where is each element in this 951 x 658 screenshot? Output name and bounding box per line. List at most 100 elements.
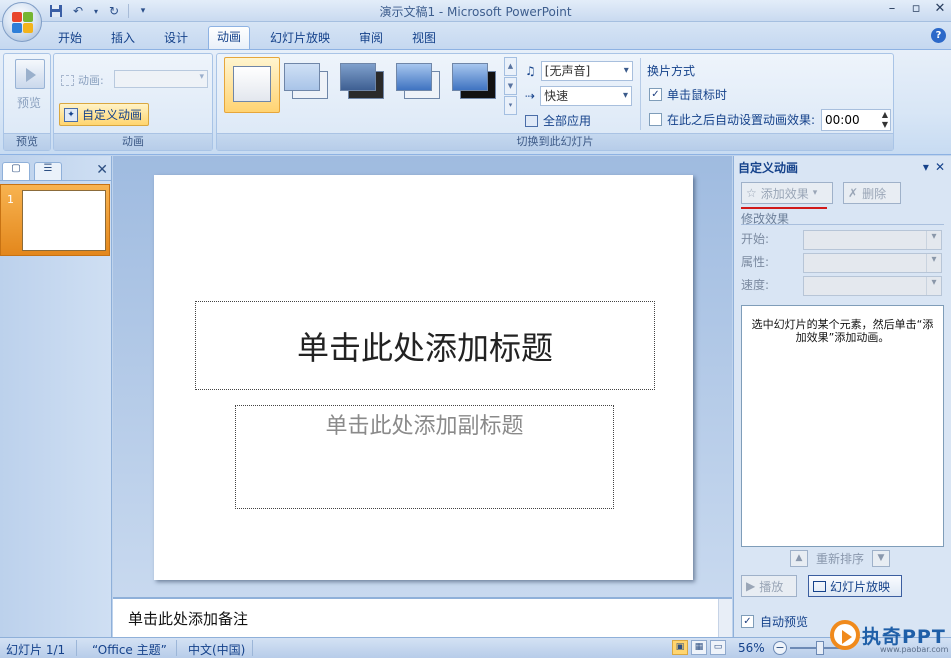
auto-after-checkbox[interactable] — [649, 113, 662, 126]
close-icon[interactable]: ✕ — [933, 1, 947, 16]
preview-group: 预览 预览 — [3, 53, 51, 151]
transition-sound-row: ♫ [无声音] — [525, 61, 633, 81]
restore-icon[interactable]: ▫ — [909, 1, 923, 16]
window-title: 演示文稿1 - Microsoft PowerPoint — [379, 5, 572, 19]
watermark: 执奇PPT www.paobar.com — [830, 620, 950, 658]
normal-view-icon[interactable]: ▣ — [672, 640, 688, 655]
reorder-controls: ▲ 重新排序 ▼ — [790, 550, 891, 567]
slide-canvas[interactable]: 单击此处添加标题 单击此处添加副标题 — [154, 175, 693, 580]
transition-group: ▲ ▼ ▾ ♫ [无声音] ⇢ 快速 全部应用 换片方式 ✓ 单击鼠标时 在此之… — [216, 53, 894, 151]
tab-review[interactable]: 审阅 — [351, 28, 391, 49]
task-pane-menu-icon[interactable]: ▾ — [923, 160, 929, 174]
transition-cut-black[interactable] — [448, 57, 504, 113]
start-combo[interactable] — [803, 230, 942, 250]
on-click-checkbox[interactable]: ✓ — [649, 88, 662, 101]
transition-cut[interactable] — [392, 57, 448, 113]
property-label: 属性: — [741, 255, 770, 269]
watermark-logo-icon — [830, 620, 860, 650]
ribbon-tabs: 开始 插入 设计 动画 幻灯片放映 审阅 视图 ? — [0, 22, 951, 50]
watermark-url: www.paobar.com — [880, 645, 949, 654]
animation-hint: 选中幻灯片的某个元素，然后单击“添加效果”添加动画。 — [751, 318, 934, 344]
zoom-out-icon[interactable]: − — [773, 641, 787, 655]
animate-icon — [61, 74, 74, 86]
animate-combo[interactable] — [114, 70, 208, 88]
status-language[interactable]: 中文(中国) — [188, 641, 245, 658]
transition-sound-combo[interactable]: [无声音] — [540, 61, 633, 81]
tab-home[interactable]: 开始 — [50, 28, 90, 49]
auto-after-time-spinner[interactable]: 00:00 ▲ ▼ — [821, 109, 891, 131]
preview-icon[interactable] — [15, 59, 45, 89]
tab-insert[interactable]: 插入 — [103, 28, 143, 49]
delete-button[interactable]: ✗ 删除 — [843, 182, 901, 204]
slides-tab-icon[interactable]: ▢ — [2, 162, 30, 180]
task-pane-title: 自定义动画 — [738, 161, 799, 175]
slideshow-icon — [813, 580, 826, 592]
auto-preview-option[interactable]: ✓ 自动预览 — [741, 613, 808, 630]
gallery-down-icon[interactable]: ▼ — [504, 76, 517, 96]
auto-after-option[interactable]: 在此之后自动设置动画效果: — [649, 111, 815, 128]
tab-design[interactable]: 设计 — [156, 28, 196, 49]
speed-label: 速度: — [741, 278, 770, 292]
slide-editor: 单击此处添加标题 单击此处添加副标题 — [113, 156, 732, 597]
status-separator — [76, 640, 77, 656]
status-theme: “Office 主题” — [92, 643, 167, 657]
transition-speed-combo[interactable]: 快速 — [540, 86, 633, 106]
transition-none[interactable] — [224, 57, 280, 113]
slide-thumbnail[interactable] — [22, 190, 106, 251]
slide-number: 1 — [7, 193, 14, 206]
status-slide-info: 幻灯片 1/1 — [6, 643, 66, 657]
window-controls: – ▫ ✕ — [885, 1, 947, 16]
outline-tab-icon[interactable]: ☰ — [34, 162, 62, 180]
title-placeholder[interactable]: 单击此处添加标题 — [195, 301, 655, 390]
slides-pane: ▢ ☰ ✕ 1 — [0, 156, 112, 637]
preview-button-label: 预览 — [17, 96, 42, 110]
property-combo[interactable] — [803, 253, 942, 273]
tab-animations[interactable]: 动画 — [208, 26, 251, 50]
animate-label: 动画: — [61, 72, 104, 88]
help-icon[interactable]: ? — [931, 28, 946, 43]
minimize-icon[interactable]: – — [885, 1, 899, 16]
move-up-icon[interactable]: ▲ — [790, 550, 808, 567]
play-button[interactable]: ▶ 播放 — [741, 575, 797, 597]
gallery-up-icon[interactable]: ▲ — [504, 57, 517, 76]
on-click-option[interactable]: ✓ 单击鼠标时 — [649, 86, 727, 103]
notes-scrollbar[interactable] — [718, 599, 732, 637]
delete-icon: ✗ — [848, 186, 859, 200]
custom-animation-button[interactable]: ✦ 自定义动画 — [59, 103, 150, 126]
speed-combo[interactable] — [803, 276, 942, 296]
animation-list[interactable]: 选中幻灯片的某个元素，然后单击“添加效果”添加动画。 — [741, 305, 944, 547]
view-switcher: ▣ ▦ ▭ — [672, 640, 726, 655]
tab-view[interactable]: 视图 — [404, 28, 444, 49]
notes-placeholder[interactable]: 单击此处添加备注 — [128, 608, 248, 629]
subtitle-placeholder[interactable]: 单击此处添加副标题 — [235, 405, 614, 509]
task-pane-close-icon[interactable]: ✕ — [935, 160, 945, 174]
tab-slideshow[interactable]: 幻灯片放映 — [262, 28, 338, 49]
notes-pane[interactable]: 单击此处添加备注 — [113, 597, 732, 637]
add-effect-button[interactable]: ☆ 添加效果 ▾ — [741, 182, 833, 204]
transition-fade-black[interactable] — [336, 57, 392, 113]
zoom-level[interactable]: 56% — [738, 641, 765, 655]
advance-title: 换片方式 — [647, 64, 696, 78]
gallery-more-icon[interactable]: ▾ — [504, 96, 517, 116]
status-separator — [176, 640, 177, 656]
office-button[interactable] — [2, 2, 42, 42]
transition-speed-row: ⇢ 快速 — [525, 86, 633, 106]
preview-group-label: 预览 — [4, 133, 50, 150]
sound-icon: ♫ — [525, 64, 536, 78]
slides-pane-close-icon[interactable]: ✕ — [96, 162, 108, 178]
slideshow-view-icon[interactable]: ▭ — [710, 640, 726, 655]
zoom-slider-knob[interactable] — [816, 641, 824, 655]
status-bar: 幻灯片 1/1 “Office 主题” 中文(中国) ▣ ▦ ▭ 56% − — [0, 637, 951, 658]
slide-thumbnail-selected[interactable]: 1 — [0, 184, 110, 256]
annotation-underline — [741, 207, 827, 209]
spin-arrows-icon[interactable]: ▲ ▼ — [882, 110, 888, 130]
custom-animation-icon: ✦ — [64, 107, 78, 122]
slideshow-button[interactable]: 幻灯片放映 — [808, 575, 902, 597]
gallery-scroll: ▲ ▼ ▾ — [504, 57, 517, 116]
move-down-icon[interactable]: ▼ — [872, 550, 891, 567]
auto-preview-checkbox[interactable]: ✓ — [741, 615, 754, 628]
chevron-down-icon: ▾ — [812, 188, 818, 198]
slide-sorter-icon[interactable]: ▦ — [691, 640, 707, 655]
apply-all-button[interactable]: 全部应用 — [525, 112, 591, 129]
transition-fade-smooth[interactable] — [280, 57, 336, 113]
